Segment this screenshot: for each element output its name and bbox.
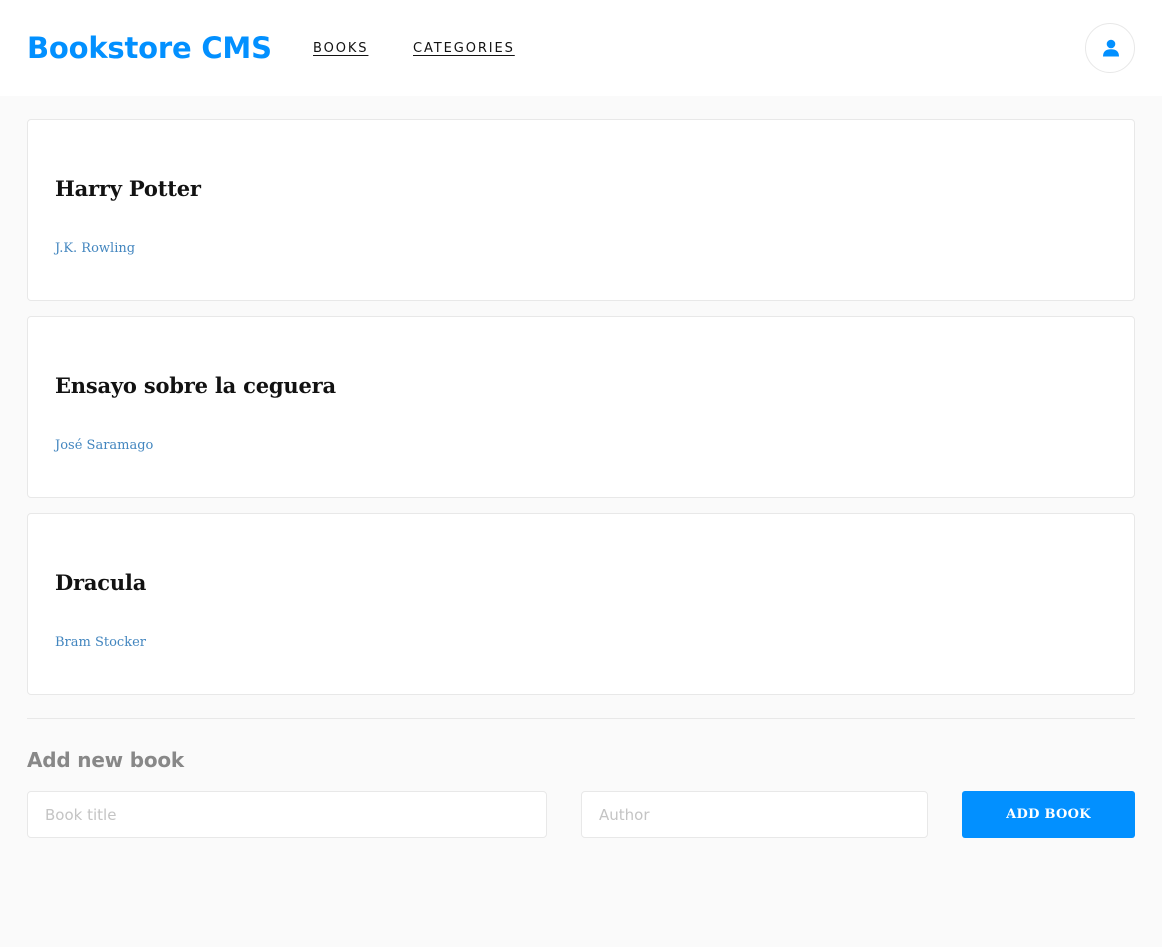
nav-categories-link[interactable]: CATEGORIES <box>413 41 515 57</box>
book-author-link[interactable]: Bram Stocker <box>55 634 146 652</box>
book-card: Ensayo sobre la ceguera José Saramago <box>27 316 1135 498</box>
book-title: Ensayo sobre la ceguera <box>55 373 336 398</box>
app-header: Bookstore CMS BOOKS CATEGORIES <box>0 0 1162 96</box>
book-title: Harry Potter <box>55 176 201 201</box>
book-card: Harry Potter J.K. Rowling <box>27 119 1135 301</box>
app-logo[interactable]: Bookstore CMS <box>27 30 272 66</box>
user-avatar-button[interactable] <box>1085 23 1135 73</box>
book-author-link[interactable]: José Saramago <box>55 437 153 455</box>
nav-books-link[interactable]: BOOKS <box>313 41 368 57</box>
book-title-input[interactable] <box>27 791 547 838</box>
add-book-heading: Add new book <box>27 748 185 772</box>
user-icon <box>1103 39 1119 57</box>
section-divider <box>27 718 1135 719</box>
book-card: Dracula Bram Stocker <box>27 513 1135 695</box>
add-book-button[interactable]: ADD BOOK <box>962 791 1135 838</box>
author-input[interactable] <box>581 791 928 838</box>
book-author-link[interactable]: J.K. Rowling <box>55 240 135 258</box>
book-title: Dracula <box>55 570 147 595</box>
